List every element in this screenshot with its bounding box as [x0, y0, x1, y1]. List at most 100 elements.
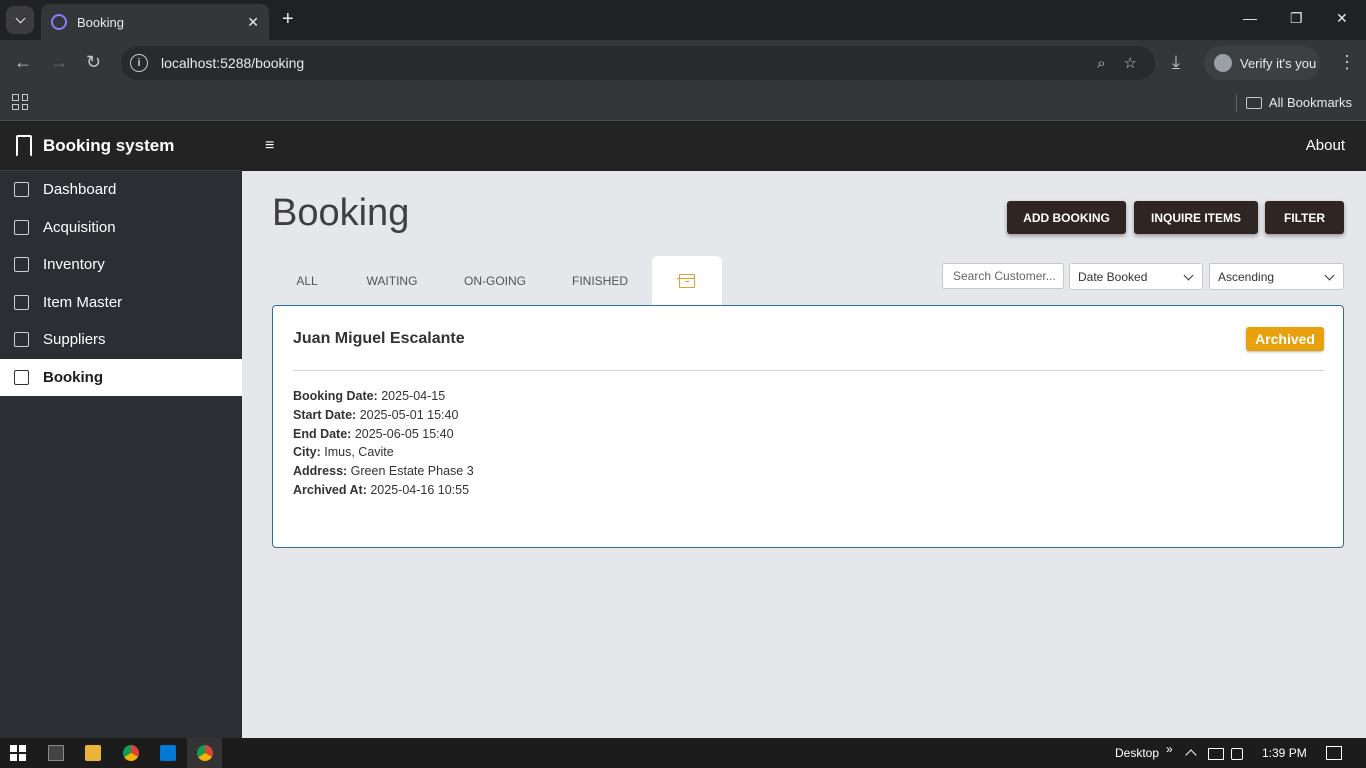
- network-icon[interactable]: [1208, 748, 1224, 760]
- detail-label: City:: [293, 445, 321, 460]
- sidebar-item-suppliers[interactable]: Suppliers: [0, 321, 242, 359]
- filter-button[interactable]: FILTER: [1265, 201, 1344, 234]
- chevron-down-icon: [1324, 270, 1335, 281]
- forward-button[interactable]: →: [50, 52, 68, 73]
- app-top-bar: ≡ About: [242, 121, 1366, 171]
- browser-tab-bar: Booking ✕ + — ❐ ✕: [0, 0, 1366, 40]
- apps-grid-icon[interactable]: [12, 94, 28, 110]
- sort-order-select[interactable]: Ascending: [1209, 263, 1344, 290]
- browser-menu-icon[interactable]: ⋮: [1338, 52, 1356, 73]
- detail-value: Green Estate Phase 3: [350, 464, 474, 479]
- all-bookmarks-button[interactable]: All Bookmarks: [1245, 95, 1352, 110]
- status-badge: Archived: [1246, 327, 1324, 351]
- booking-details: Booking Date: 2025-04-15 Start Date: 202…: [293, 387, 474, 500]
- dashboard-icon: [14, 182, 29, 198]
- about-link[interactable]: About: [1306, 137, 1345, 154]
- browser-toolbar: ← → ↻ i localhost:5288/booking ⌕ ☆ ⤓ Ver…: [0, 40, 1366, 86]
- sidebar-item-dashboard[interactable]: Dashboard: [0, 171, 242, 209]
- sidebar-item-label: Booking: [43, 368, 103, 386]
- sort-field-value: Date Booked: [1078, 269, 1148, 284]
- bookmarks-bar: All Bookmarks: [0, 86, 1366, 121]
- add-booking-button[interactable]: ADD BOOKING: [1007, 201, 1126, 234]
- detail-value: 2025-06-05 15:40: [354, 426, 454, 441]
- brand-title: Booking system: [43, 135, 175, 155]
- sidebar-item-label: Item Master: [43, 293, 123, 311]
- restore-button[interactable]: ❐: [1290, 10, 1303, 27]
- booking-card[interactable]: Juan Miguel Escalante Archived Booking D…: [272, 305, 1344, 548]
- vscode-icon[interactable]: [160, 745, 176, 761]
- all-bookmarks-label: All Bookmarks: [1268, 95, 1352, 110]
- tab-all[interactable]: ALL: [272, 256, 342, 305]
- card-divider: [293, 370, 1324, 371]
- chrome-icon[interactable]: [123, 745, 139, 761]
- detail-label: Archived At:: [293, 482, 367, 497]
- tab-on-going[interactable]: ON-GOING: [442, 256, 548, 305]
- address-bar[interactable]: i localhost:5288/booking ⌕ ☆: [121, 46, 1155, 80]
- detail-label: Address:: [293, 464, 348, 479]
- profile-label: Verify it's you: [1240, 55, 1317, 71]
- sidebar-item-acquisition[interactable]: Acquisition: [0, 209, 242, 247]
- chrome-active-icon[interactable]: [197, 745, 213, 761]
- sort-field-select[interactable]: Date Booked: [1069, 263, 1203, 290]
- sidebar-item-label: Suppliers: [43, 331, 106, 349]
- chevron-down-icon: [15, 13, 25, 23]
- chevron-down-icon: [1183, 270, 1194, 281]
- clipboard-check-icon: [14, 219, 29, 235]
- sidebar-item-label: Acquisition: [43, 218, 116, 236]
- bookmark-star-icon[interactable]: ☆: [1124, 54, 1137, 72]
- reload-button[interactable]: ↻: [86, 52, 101, 73]
- inquire-items-button[interactable]: INQUIRE ITEMS: [1134, 201, 1258, 234]
- close-window-button[interactable]: ✕: [1336, 10, 1348, 27]
- detail-row: Address: Green Estate Phase 3: [293, 462, 474, 481]
- zoom-icon[interactable]: ⌕: [1097, 55, 1105, 72]
- detail-label: Start Date:: [293, 407, 357, 422]
- sidebar-item-label: Inventory: [43, 256, 105, 274]
- minimize-button[interactable]: —: [1243, 10, 1257, 26]
- overflow-icon[interactable]: »: [1166, 742, 1173, 756]
- back-button[interactable]: ←: [14, 52, 32, 73]
- file-explorer-icon[interactable]: [85, 745, 101, 761]
- detail-label: End Date:: [293, 426, 352, 441]
- browser-tab[interactable]: Booking ✕: [41, 4, 269, 40]
- hamburger-menu-icon[interactable]: ≡: [265, 137, 274, 155]
- tab-search-button[interactable]: [6, 6, 34, 34]
- sidebar-item-item-master[interactable]: Item Master: [0, 284, 242, 322]
- close-tab-icon[interactable]: ✕: [247, 14, 259, 31]
- page-title: Booking: [272, 192, 410, 234]
- detail-value: Imus, Cavite: [324, 445, 394, 460]
- url-text[interactable]: localhost:5288/booking: [161, 55, 1097, 71]
- windows-start-icon[interactable]: [10, 745, 26, 761]
- detail-value: 2025-04-16 10:55: [370, 482, 470, 497]
- clock-time[interactable]: 1:39 PM: [1262, 746, 1307, 760]
- tab-waiting[interactable]: WAITING: [342, 256, 442, 305]
- sidebar-item-inventory[interactable]: Inventory: [0, 246, 242, 284]
- tab-archived[interactable]: [652, 256, 722, 305]
- sidebar-item-label: Dashboard: [43, 181, 117, 199]
- tab-title: Booking: [77, 14, 124, 30]
- terminal-icon[interactable]: [48, 745, 64, 761]
- chevron-up-icon[interactable]: [1185, 749, 1197, 761]
- site-info-icon[interactable]: i: [130, 54, 148, 72]
- bookmark-icon: [16, 134, 32, 157]
- brand[interactable]: Booking system: [0, 121, 242, 171]
- sidebar-item-booking[interactable]: Booking: [0, 358, 242, 396]
- download-icon[interactable]: ⤓: [1172, 52, 1180, 73]
- profile-button[interactable]: Verify it's you: [1204, 46, 1320, 80]
- detail-row: Start Date: 2025-05-01 15:40: [293, 406, 474, 425]
- box-icon: [14, 257, 29, 273]
- book-icon: [14, 369, 29, 385]
- archive-icon: [677, 273, 695, 288]
- search-input[interactable]: [942, 263, 1064, 289]
- status-tabs: ALL WAITING ON-GOING FINISHED: [272, 256, 722, 305]
- notification-icon[interactable]: [1326, 746, 1342, 760]
- sort-order-value: Ascending: [1218, 269, 1275, 284]
- avatar: [1214, 54, 1232, 72]
- detail-value: 2025-05-01 15:40: [359, 407, 459, 422]
- new-tab-button[interactable]: +: [282, 8, 294, 31]
- volume-muted-icon[interactable]: [1231, 748, 1243, 760]
- desktop-label[interactable]: Desktop: [1115, 746, 1159, 760]
- detail-row: Archived At: 2025-04-16 10:55: [293, 481, 474, 500]
- detail-row: End Date: 2025-06-05 15:40: [293, 425, 474, 444]
- detail-label: Booking Date:: [293, 389, 378, 403]
- tab-finished[interactable]: FINISHED: [548, 256, 652, 305]
